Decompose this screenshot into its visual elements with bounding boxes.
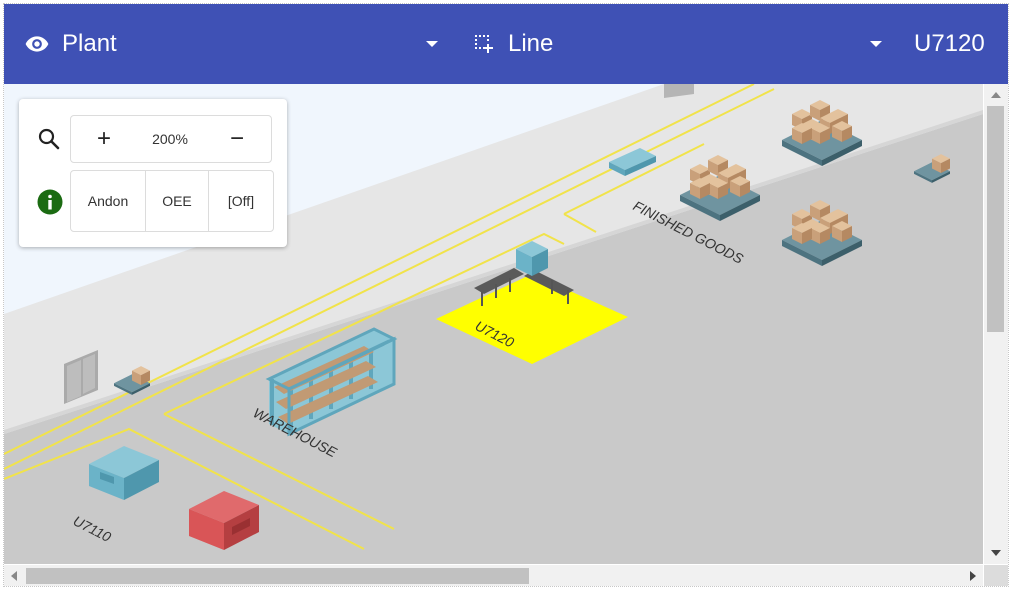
plant-dropdown-arrow-icon[interactable]	[426, 41, 438, 47]
eye-icon	[25, 36, 49, 52]
zoom-control: + 200% −	[70, 115, 272, 163]
oee-toggle[interactable]: OEE	[146, 171, 209, 231]
zoom-level: 200%	[152, 131, 188, 147]
app-frame: Plant Line U7120 FINISHED GOODS WAREHOUS…	[3, 3, 1009, 587]
info-icon[interactable]	[37, 189, 63, 215]
plant-label: Plant	[62, 30, 117, 57]
vertical-scroll-thumb[interactable]	[987, 106, 1004, 332]
plant-selector[interactable]: Plant	[24, 4, 117, 84]
scroll-left-arrow-icon[interactable]	[11, 571, 17, 581]
view-controls-panel: + 200% − Andon OEE [Off]	[19, 99, 287, 247]
scroll-up-arrow-icon[interactable]	[991, 92, 1001, 98]
andon-toggle[interactable]: Andon	[71, 171, 146, 231]
vertical-scrollbar[interactable]	[984, 84, 1008, 564]
scroll-right-arrow-icon[interactable]	[970, 571, 976, 581]
unit-label-container[interactable]: U7120	[914, 4, 985, 84]
unit-label: U7120	[914, 30, 985, 57]
overlay-toggle-group: Andon OEE [Off]	[70, 170, 274, 232]
off-toggle[interactable]: [Off]	[209, 171, 273, 231]
scrollbar-corner	[984, 565, 1008, 586]
horizontal-scrollbar[interactable]	[4, 565, 983, 586]
scroll-down-arrow-icon[interactable]	[991, 550, 1001, 556]
line-dropdown-arrow-icon[interactable]	[870, 41, 882, 47]
horizontal-scroll-thumb[interactable]	[26, 568, 529, 584]
zoom-out-button[interactable]: −	[203, 116, 271, 162]
search-icon	[38, 128, 60, 150]
line-selector[interactable]: Line	[472, 4, 553, 84]
top-toolbar: Plant Line U7120	[4, 4, 1008, 84]
zoom-in-button[interactable]: +	[71, 116, 137, 162]
selection-add-icon	[475, 35, 493, 53]
line-label: Line	[508, 30, 554, 57]
